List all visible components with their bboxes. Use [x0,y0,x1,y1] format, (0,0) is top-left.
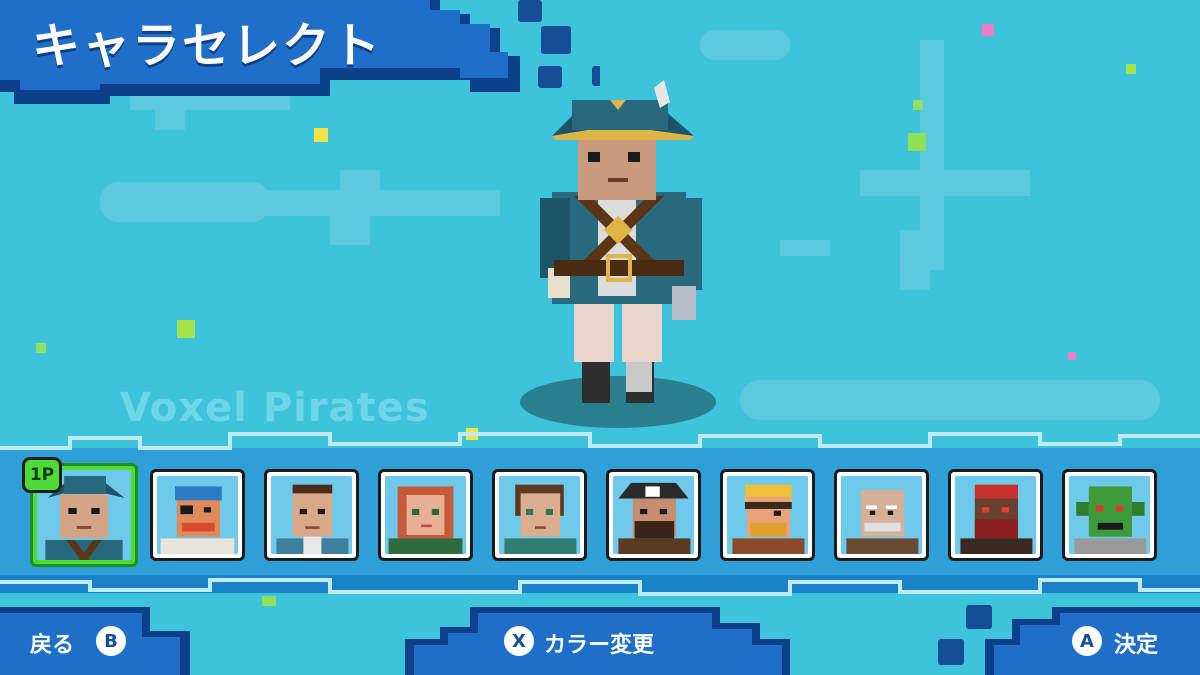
character-shadow [520,376,716,428]
character-card-brunette[interactable] [492,469,587,561]
confetti [1068,352,1076,360]
sailor-portrait-icon [271,476,352,554]
redhead-portrait-icon [385,476,466,554]
character-card-red-skull[interactable] [948,469,1043,561]
character-card-fishman[interactable] [1062,469,1157,561]
a-button-icon: A [1072,626,1102,656]
back-button-label: 戻る [30,633,75,658]
confetti [913,100,923,110]
b-button-icon: B [96,626,126,656]
brunette-portrait-icon [499,476,580,554]
confetti [982,24,994,36]
confetti [314,128,328,142]
character-roster [30,463,1170,567]
confetti [36,343,46,353]
character-card-bandana-eyepatch[interactable] [150,469,245,561]
color-change-label: カラー変更 [544,633,655,658]
character-card-bearded-captain[interactable] [606,469,701,561]
character-card-sailor[interactable] [264,469,359,561]
character-card-old-sailor[interactable] [834,469,929,561]
old-sailor-portrait-icon [841,476,922,554]
x-button-icon: X [504,626,534,656]
fishman-portrait-icon [1069,476,1150,554]
confetti [908,133,926,151]
confetti [177,320,195,338]
character-card-redhead[interactable] [378,469,473,561]
player-1-badge: 1P [22,457,62,493]
character-card-blond[interactable] [720,469,815,561]
character-preview [500,80,730,440]
blond-pirate-portrait-icon [727,476,808,554]
back-button[interactable]: 戻る B [0,610,180,670]
confetti [1126,64,1136,74]
confirm-label: 決定 [1114,633,1159,658]
skull-hat-pirate-portrait-icon [613,476,694,554]
title-banner: キャラセレクト [0,0,600,104]
color-change-button[interactable]: X カラー変更 [480,610,780,670]
bandana-pirate-portrait-icon [157,476,238,554]
confirm-button[interactable]: A 決定 [1060,610,1200,670]
character-model-captain [520,80,716,428]
background-watermark: Voxel Pirates [120,385,430,431]
page-title: キャラセレクト [32,18,383,74]
red-pirate-portrait-icon [955,476,1036,554]
